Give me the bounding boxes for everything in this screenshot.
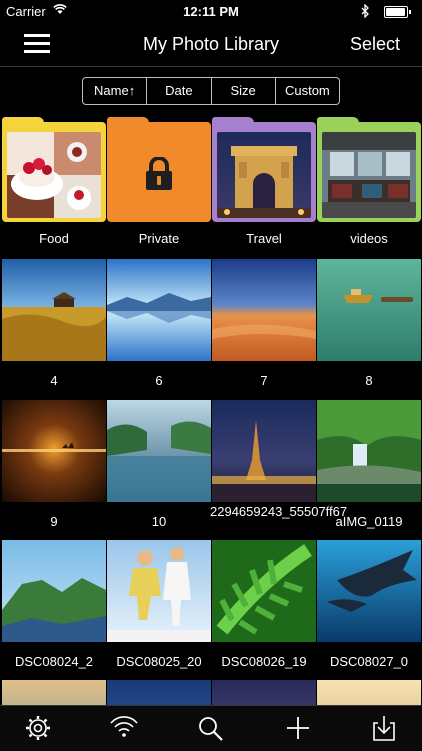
photo-item[interactable]: 4 — [2, 259, 106, 389]
photo-thumbnail — [212, 400, 316, 502]
photo-label: aIMG_0119 — [335, 514, 403, 529]
photo-label: 10 — [151, 514, 167, 529]
photo-item[interactable]: 7 — [212, 259, 316, 389]
photo-item[interactable]: 2294659243_55507ff67 — [210, 400, 348, 530]
photo-label: 7 — [260, 373, 268, 388]
photo-label: 6 — [155, 373, 163, 388]
folder-videos[interactable]: videos — [317, 117, 421, 257]
photo-label: DSC08024_2 — [14, 654, 94, 669]
photo-thumbnail — [107, 540, 211, 642]
folder-label: Travel — [246, 231, 282, 246]
sort-by-size-segment[interactable]: Size — [210, 78, 275, 104]
photo-item[interactable] — [107, 680, 211, 706]
lock-icon — [146, 157, 172, 190]
folder-food[interactable]: Food — [2, 117, 106, 257]
import-icon[interactable] — [369, 714, 399, 742]
photo-label: 4 — [50, 373, 58, 388]
photo-item[interactable]: 10 — [107, 400, 211, 530]
photo-thumbnail — [212, 680, 316, 706]
photo-item[interactable]: aIMG_0119 — [317, 400, 421, 530]
photo-label: DSC08026_19 — [221, 654, 307, 669]
folder-label: Food — [39, 231, 69, 246]
folder-videos-thumbnail — [322, 132, 416, 218]
sort-by-name-segment[interactable]: Name↑ — [83, 78, 146, 104]
wifi-icon[interactable] — [109, 714, 139, 742]
photo-item[interactable]: 8 — [317, 259, 421, 389]
photo-thumbnail — [317, 680, 421, 706]
photo-label: 2294659243_55507ff67 — [210, 504, 348, 519]
photo-item[interactable]: DSC08025_20 — [107, 540, 211, 670]
photo-thumbnail — [317, 540, 421, 642]
folder-travel-thumbnail — [217, 132, 311, 218]
search-icon[interactable] — [196, 714, 226, 742]
photo-label: 9 — [50, 514, 58, 529]
photo-item[interactable]: 6 — [107, 259, 211, 389]
folder-label: Private — [138, 231, 180, 246]
photo-thumbnail — [2, 680, 106, 706]
clock: 12:11 PM — [183, 4, 239, 19]
photo-thumbnail — [2, 400, 106, 502]
photo-item[interactable]: DSC08027_0 — [317, 540, 421, 670]
photo-item[interactable]: DSC08024_2 — [2, 540, 106, 670]
photo-label: DSC08025_20 — [116, 654, 202, 669]
navigation-bar: My Photo Library Select — [0, 22, 422, 67]
photo-item[interactable]: 9 — [2, 400, 106, 530]
photo-item[interactable]: DSC08026_19 — [212, 540, 316, 670]
photo-thumbnail — [2, 259, 106, 361]
photo-thumbnail — [317, 400, 421, 502]
photo-label: 8 — [365, 373, 373, 388]
photo-thumbnail — [107, 259, 211, 361]
bottom-toolbar — [0, 705, 422, 751]
folder-private[interactable]: Private — [107, 117, 211, 257]
photo-item[interactable] — [2, 680, 106, 706]
photo-thumbnail — [107, 680, 211, 706]
photo-thumbnail — [107, 400, 211, 502]
select-button[interactable]: Select — [350, 34, 400, 55]
photo-item[interactable] — [317, 680, 421, 706]
sort-by-custom-segment[interactable]: Custom — [274, 78, 339, 104]
plus-icon[interactable] — [283, 714, 313, 742]
folder-label: videos — [350, 231, 388, 246]
photo-item[interactable] — [212, 680, 316, 706]
photo-thumbnail — [317, 259, 421, 361]
battery-icon — [384, 6, 411, 18]
photo-thumbnail — [2, 540, 106, 642]
photo-thumbnail — [212, 540, 316, 642]
photo-label: DSC08027_0 — [329, 654, 409, 669]
status-bar: Carrier 12:11 PM — [0, 0, 422, 22]
folder-food-thumbnail — [7, 132, 101, 218]
photo-thumbnail — [212, 259, 316, 361]
bluetooth-icon — [361, 4, 369, 18]
sort-segmented-control: Name↑ Date Size Custom — [82, 77, 340, 105]
gear-icon[interactable] — [23, 714, 53, 742]
sort-by-date-segment[interactable]: Date — [146, 78, 210, 104]
folder-travel[interactable]: Travel — [212, 117, 316, 257]
